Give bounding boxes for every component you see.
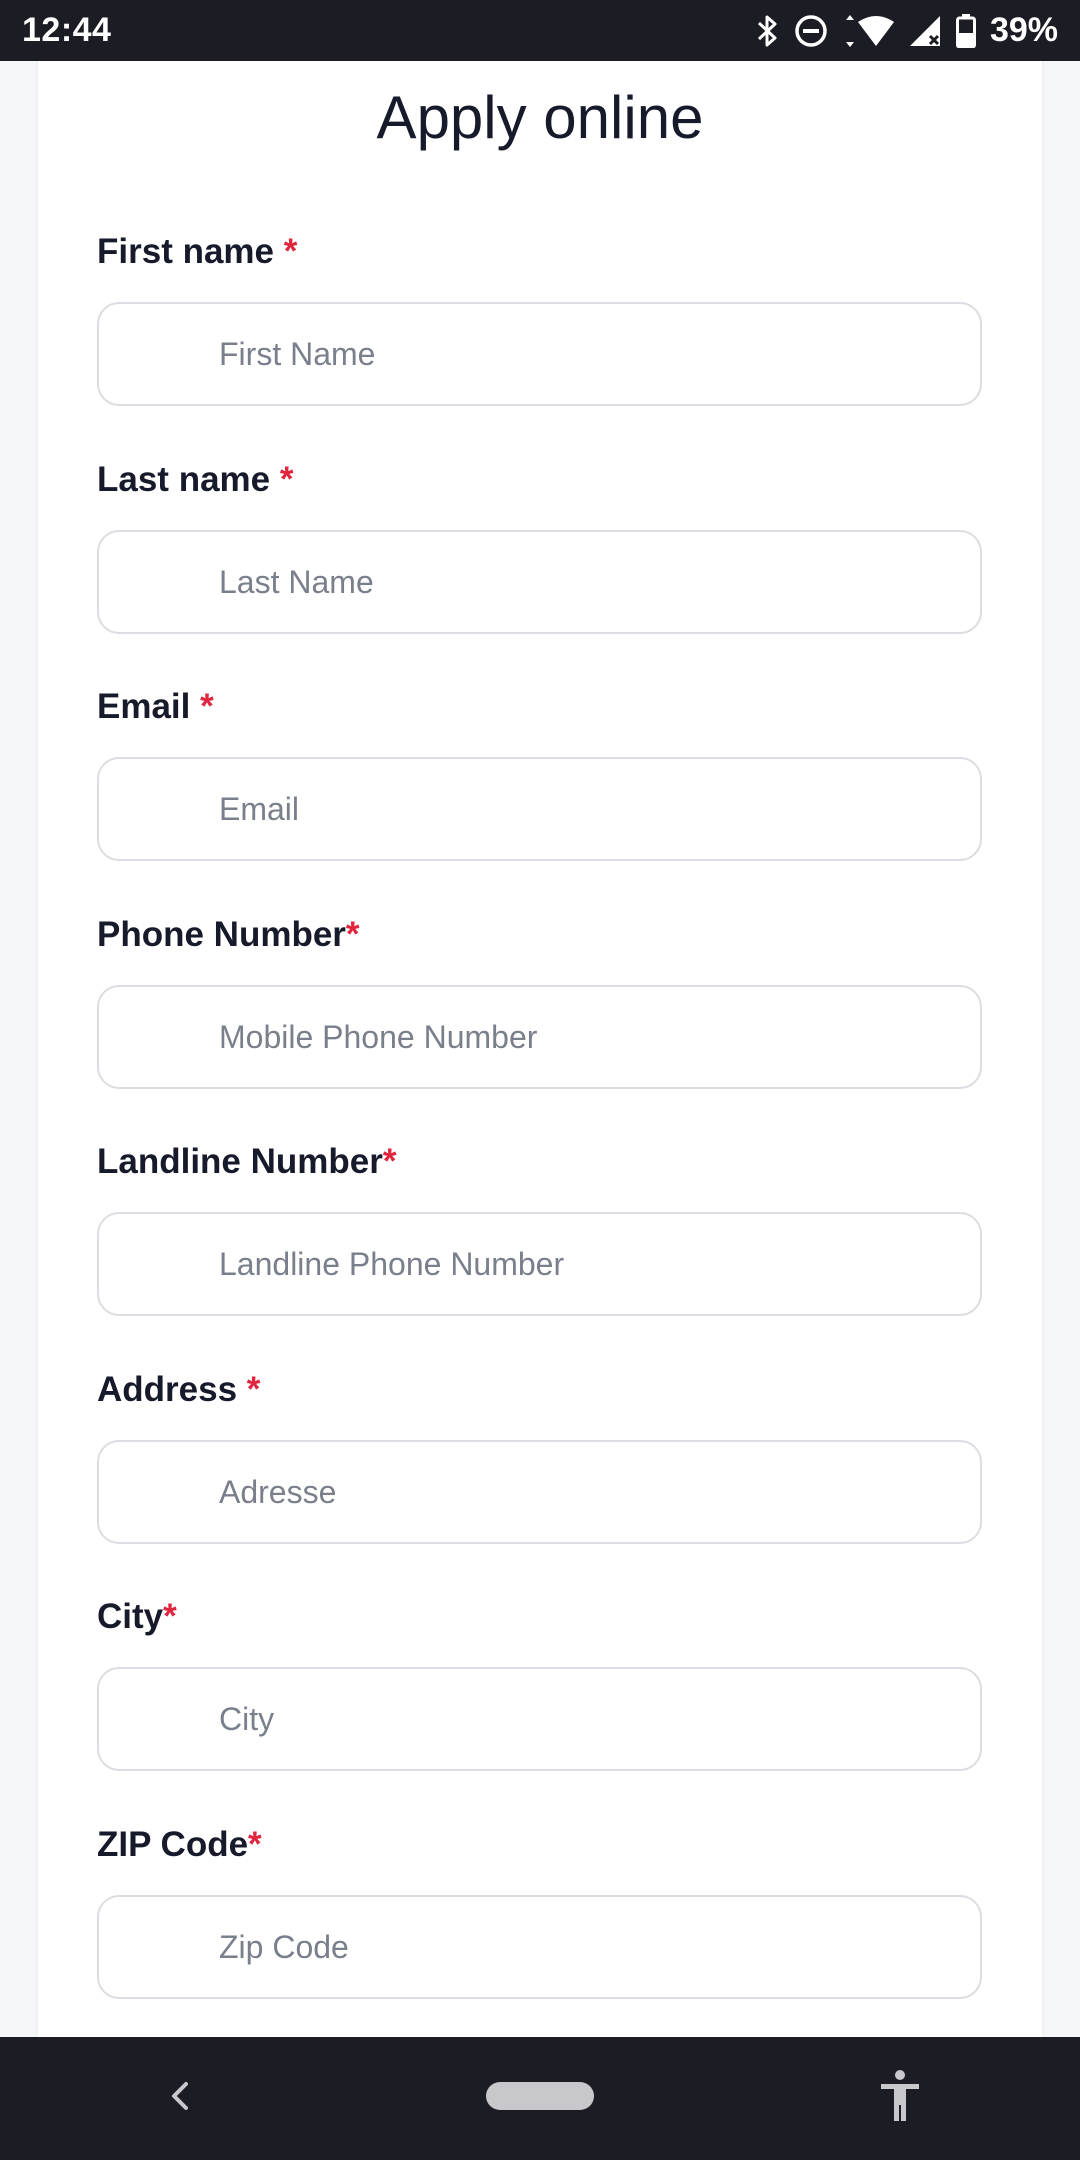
zip-code-label-text: ZIP Code [97,1825,249,1864]
phone-number-field: Phone Number* [97,913,982,1089]
zip-code-field: ZIP Code* [97,1823,982,1999]
first-name-label-text: First name [97,232,284,271]
apply-form-card: Apply online First name * Last name * Em… [38,61,1042,2037]
phone-number-input-box [97,985,982,1089]
email-input[interactable] [219,790,980,828]
email-input-box [97,757,982,861]
city-label: City* [97,1595,982,1639]
address-label: Address * [97,1368,982,1412]
phone-number-input[interactable] [219,1018,980,1056]
last-name-label: Last name * [97,458,982,502]
wifi-icon [842,14,894,48]
first-name-label: First name * [97,230,982,274]
page-content: Apply online First name * Last name * Em… [0,61,1080,2037]
landline-number-label: Landline Number* [97,1140,982,1184]
first-name-input[interactable] [219,335,980,373]
phone-number-label: Phone Number* [97,913,982,957]
email-label-text: Email [97,687,201,726]
address-label-text: Address [97,1370,247,1409]
accessibility-icon [878,2069,922,2128]
last-name-input[interactable] [219,563,980,601]
required-marker: * [345,915,360,954]
required-marker: * [200,687,214,726]
landline-number-field: Landline Number* [97,1140,982,1316]
address-input-box [97,1440,982,1544]
email-label: Email * [97,685,982,729]
last-name-label-text: Last name [97,460,280,499]
required-marker: * [246,1370,261,1409]
required-marker: * [248,1825,262,1864]
city-input[interactable] [219,1700,980,1738]
city-input-box [97,1667,982,1771]
first-name-field: First name * [97,230,982,406]
zip-code-input-box [97,1895,982,1999]
home-button[interactable] [480,2059,600,2139]
accessibility-button[interactable] [840,2059,960,2139]
required-marker: * [163,1597,177,1636]
landline-number-input[interactable] [219,1245,980,1283]
do-not-disturb-icon [794,14,828,48]
landline-number-label-text: Landline Number [97,1142,383,1181]
email-field: Email * [97,685,982,861]
last-name-input-box [97,530,982,634]
back-icon [168,2078,192,2119]
required-marker: * [279,460,294,499]
required-marker: * [382,1142,397,1181]
page-title: Apply online [376,84,704,151]
battery-icon [955,13,976,48]
first-name-input-box [97,302,982,406]
landline-number-input-box [97,1212,982,1316]
phone-number-label-text: Phone Number [97,915,346,954]
city-field: City* [97,1595,982,1771]
status-time: 12:44 [22,11,112,49]
city-label-text: City [97,1597,164,1636]
home-pill-icon [485,2081,595,2116]
required-marker: * [283,232,298,271]
address-input[interactable] [219,1473,980,1511]
zip-code-label: ZIP Code* [97,1823,982,1867]
address-field: Address * [97,1368,982,1544]
cellular-signal-icon [908,14,942,48]
battery-percent: 39% [989,11,1058,49]
status-bar: 12:44 39% [0,0,1080,61]
bluetooth-icon [756,14,780,48]
zip-code-input[interactable] [219,1928,980,1966]
navigation-bar [0,2037,1080,2160]
back-button[interactable] [120,2059,240,2139]
last-name-field: Last name * [97,458,982,634]
status-icons: 39% [756,11,1058,50]
